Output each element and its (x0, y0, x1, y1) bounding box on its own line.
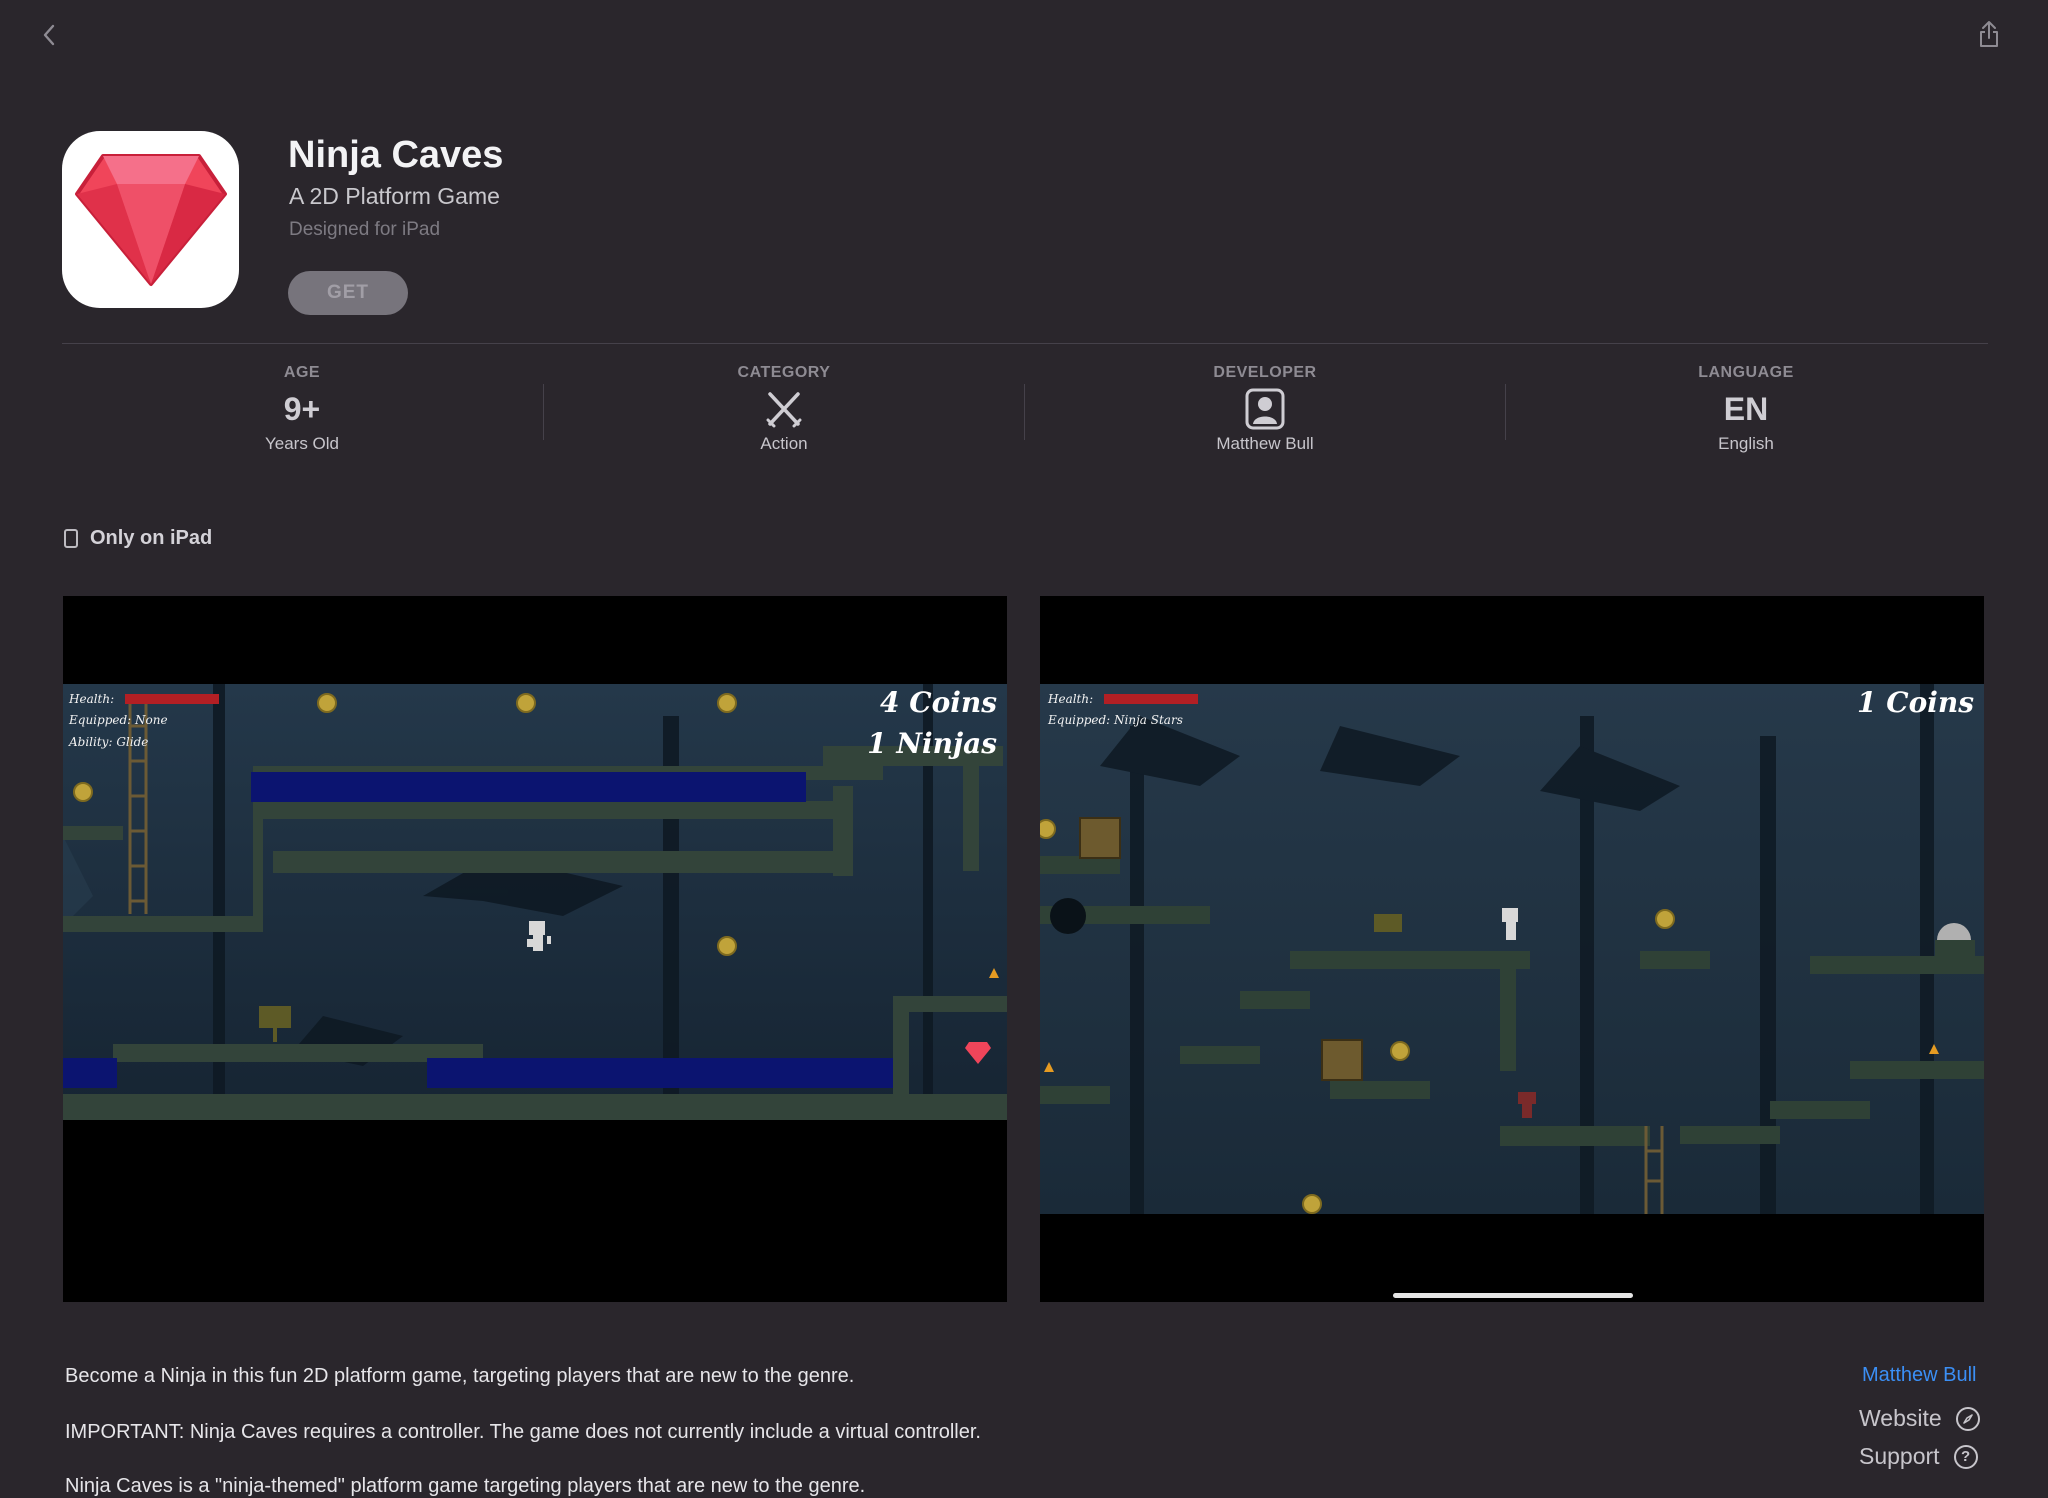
hud-ability: Ability: Glide (68, 735, 148, 749)
age-value: 9+ (283, 390, 321, 427)
screenshot-scroll-indicator[interactable] (1393, 1293, 1633, 1298)
screenshot-2[interactable]: Health: Equipped: Ninja Stars 1 Coins (1040, 596, 1984, 1302)
description-paragraph: Become a Ninja in this fun 2D platform g… (65, 1365, 855, 1387)
coins-counter: 1 Coins (1857, 686, 1974, 719)
info-separator (1024, 384, 1025, 440)
app-subtitle: A 2D Platform Game (289, 183, 500, 209)
share-button[interactable] (1972, 16, 2006, 52)
info-label: DEVELOPER (1213, 364, 1317, 381)
question-icon: ? (1953, 1444, 1978, 1469)
person-icon (1245, 388, 1285, 430)
language-value: EN (1723, 390, 1769, 427)
info-language: LANGUAGE EN English (1596, 364, 1896, 454)
game-scene-2: Health: Equipped: Ninja Stars 1 Coins (1040, 684, 1984, 1302)
info-separator (1505, 384, 1506, 440)
app-icon (62, 131, 239, 308)
chevron-left-icon (43, 24, 55, 46)
designed-for-label: Designed for iPad (289, 219, 441, 240)
website-link[interactable]: Website (1859, 1405, 1980, 1432)
hud-equipped: Equipped: None (68, 713, 168, 727)
info-sub: Action (760, 434, 808, 453)
hud-health: Health: (1047, 692, 1093, 706)
share-icon (1980, 21, 1998, 47)
info-sub: Years Old (264, 434, 340, 453)
screenshot-1[interactable]: Health: Equipped: None Ability: Glide 4 … (63, 596, 1007, 1302)
info-label: AGE (283, 364, 321, 381)
info-sub: English (1718, 434, 1774, 453)
info-age: AGE 9+ Years Old (152, 364, 452, 454)
compass-icon (1955, 1406, 1980, 1431)
hud-health: Health: (68, 692, 114, 706)
support-link[interactable]: Support ? (1859, 1443, 1978, 1470)
get-button[interactable]: GET (288, 271, 408, 315)
website-label: Website (1859, 1405, 1942, 1431)
description-paragraph: IMPORTANT: Ninja Caves requires a contro… (65, 1421, 981, 1443)
ipad-icon (64, 529, 78, 548)
header-divider (62, 343, 1988, 344)
developer-link[interactable]: Matthew Bull (1862, 1364, 1977, 1387)
hud-equipped: Equipped: Ninja Stars (1047, 713, 1183, 727)
info-developer: DEVELOPER Matthew Bull (1115, 364, 1415, 454)
info-label: CATEGORY (737, 364, 831, 381)
back-button[interactable] (34, 18, 64, 52)
info-category: CATEGORY Action (634, 364, 934, 454)
info-sub: Matthew Bull (1216, 434, 1314, 453)
ninjas-counter: 1 Ninjas (867, 727, 997, 760)
info-label: LANGUAGE (1698, 364, 1794, 381)
game-scene-1: Health: Equipped: None Ability: Glide 4 … (63, 684, 1007, 1302)
info-separator (543, 384, 544, 440)
app-title: Ninja Caves (288, 134, 504, 176)
coins-counter: 4 Coins (880, 686, 997, 719)
only-on-ipad: Only on iPad (64, 527, 212, 550)
description-paragraph: Ninja Caves is a "ninja-themed" platform… (65, 1475, 866, 1497)
only-on-ipad-label: Only on iPad (90, 527, 213, 549)
ruby-gem-icon (74, 153, 227, 286)
support-label: Support (1859, 1443, 1940, 1469)
swords-icon (766, 392, 802, 428)
